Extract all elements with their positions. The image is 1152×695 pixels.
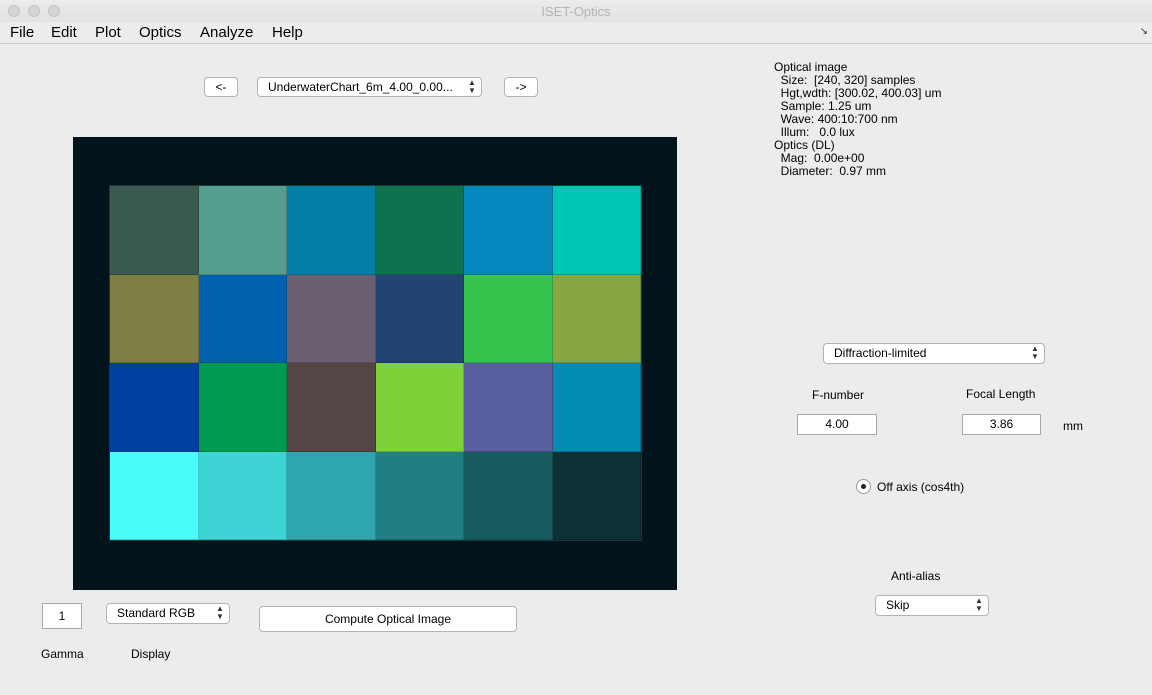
- off-axis-label: Off axis (cos4th): [877, 480, 965, 494]
- optical-image-info: Optical image Size: [240, 320] samples H…: [774, 61, 941, 178]
- anti-alias-label: Anti-alias: [891, 569, 941, 583]
- radio-selected-dot: [861, 484, 866, 489]
- next-button[interactable]: ->: [504, 77, 538, 97]
- chevron-updown-icon: ▲ ▼: [468, 78, 476, 95]
- optics-model-select[interactable]: Diffraction-limited ▲ ▼: [823, 343, 1045, 364]
- chevron-updown-icon: ▲ ▼: [216, 604, 224, 621]
- optical-image-display[interactable]: [73, 137, 677, 590]
- color-patch: [375, 186, 464, 275]
- color-patch: [552, 363, 641, 452]
- color-patch: [110, 451, 199, 540]
- color-patch: [552, 186, 641, 275]
- gamma-label: Gamma: [41, 647, 84, 661]
- chevron-updown-icon: ▲ ▼: [975, 596, 983, 613]
- color-patch: [110, 186, 199, 275]
- fnumber-label: F-number: [812, 388, 865, 402]
- scene-select-value: UnderwaterChart_6m_4.00_0.00...: [268, 80, 453, 94]
- display-label: Display: [131, 647, 171, 661]
- off-axis-radio[interactable]: [856, 479, 871, 494]
- color-patch: [287, 186, 376, 275]
- menu-help[interactable]: Help: [272, 24, 303, 41]
- optics-model-value: Diffraction-limited: [834, 346, 927, 360]
- color-patch: [198, 363, 287, 452]
- menu-analyze[interactable]: Analyze: [200, 24, 253, 41]
- color-patch: [287, 451, 376, 540]
- menu-optics[interactable]: Optics: [139, 24, 182, 41]
- window-title: ISET-Optics: [541, 4, 611, 19]
- previous-button[interactable]: <-: [204, 77, 238, 97]
- color-patch: [464, 363, 553, 452]
- color-patch: [464, 274, 553, 363]
- color-patch: [287, 274, 376, 363]
- focal-length-field[interactable]: 3.86: [962, 414, 1041, 435]
- color-patch: [464, 186, 553, 275]
- display-select-value: Standard RGB: [117, 606, 196, 620]
- compute-optical-image-button[interactable]: Compute Optical Image: [259, 606, 517, 632]
- focal-length-label: Focal Length: [966, 387, 1036, 401]
- color-patch: [198, 186, 287, 275]
- color-patch: [464, 451, 553, 540]
- title-bar: ISET-Optics: [0, 0, 1152, 23]
- menu-file[interactable]: File: [10, 24, 34, 41]
- color-patch: [110, 274, 199, 363]
- color-patch: [552, 274, 641, 363]
- focal-length-unit: mm: [1063, 419, 1083, 433]
- scene-select[interactable]: UnderwaterChart_6m_4.00_0.00... ▲ ▼: [257, 77, 482, 97]
- anti-alias-value: Skip: [886, 598, 910, 612]
- color-patch: [287, 363, 376, 452]
- color-chart-image: [109, 185, 642, 541]
- anti-alias-select[interactable]: Skip ▲ ▼: [875, 595, 989, 616]
- color-patch: [375, 363, 464, 452]
- color-patch: [198, 274, 287, 363]
- toolbar-toggle-icon[interactable]: ↘: [1140, 26, 1148, 37]
- color-patch: [375, 451, 464, 540]
- fnumber-field[interactable]: 4.00: [797, 414, 877, 435]
- gamma-field[interactable]: 1: [42, 603, 82, 629]
- color-patch: [375, 274, 464, 363]
- info-line-diameter: Diameter: 0.97 mm: [774, 164, 887, 178]
- color-patch: [198, 451, 287, 540]
- chevron-updown-icon: ▲ ▼: [1031, 344, 1039, 361]
- display-select[interactable]: Standard RGB ▲ ▼: [106, 603, 230, 624]
- color-patch: [552, 451, 641, 540]
- menu-edit[interactable]: Edit: [51, 24, 77, 41]
- menu-bar: File Edit Plot Optics Analyze Help ↘: [0, 22, 1152, 44]
- color-patch: [110, 363, 199, 452]
- menu-plot[interactable]: Plot: [95, 24, 121, 41]
